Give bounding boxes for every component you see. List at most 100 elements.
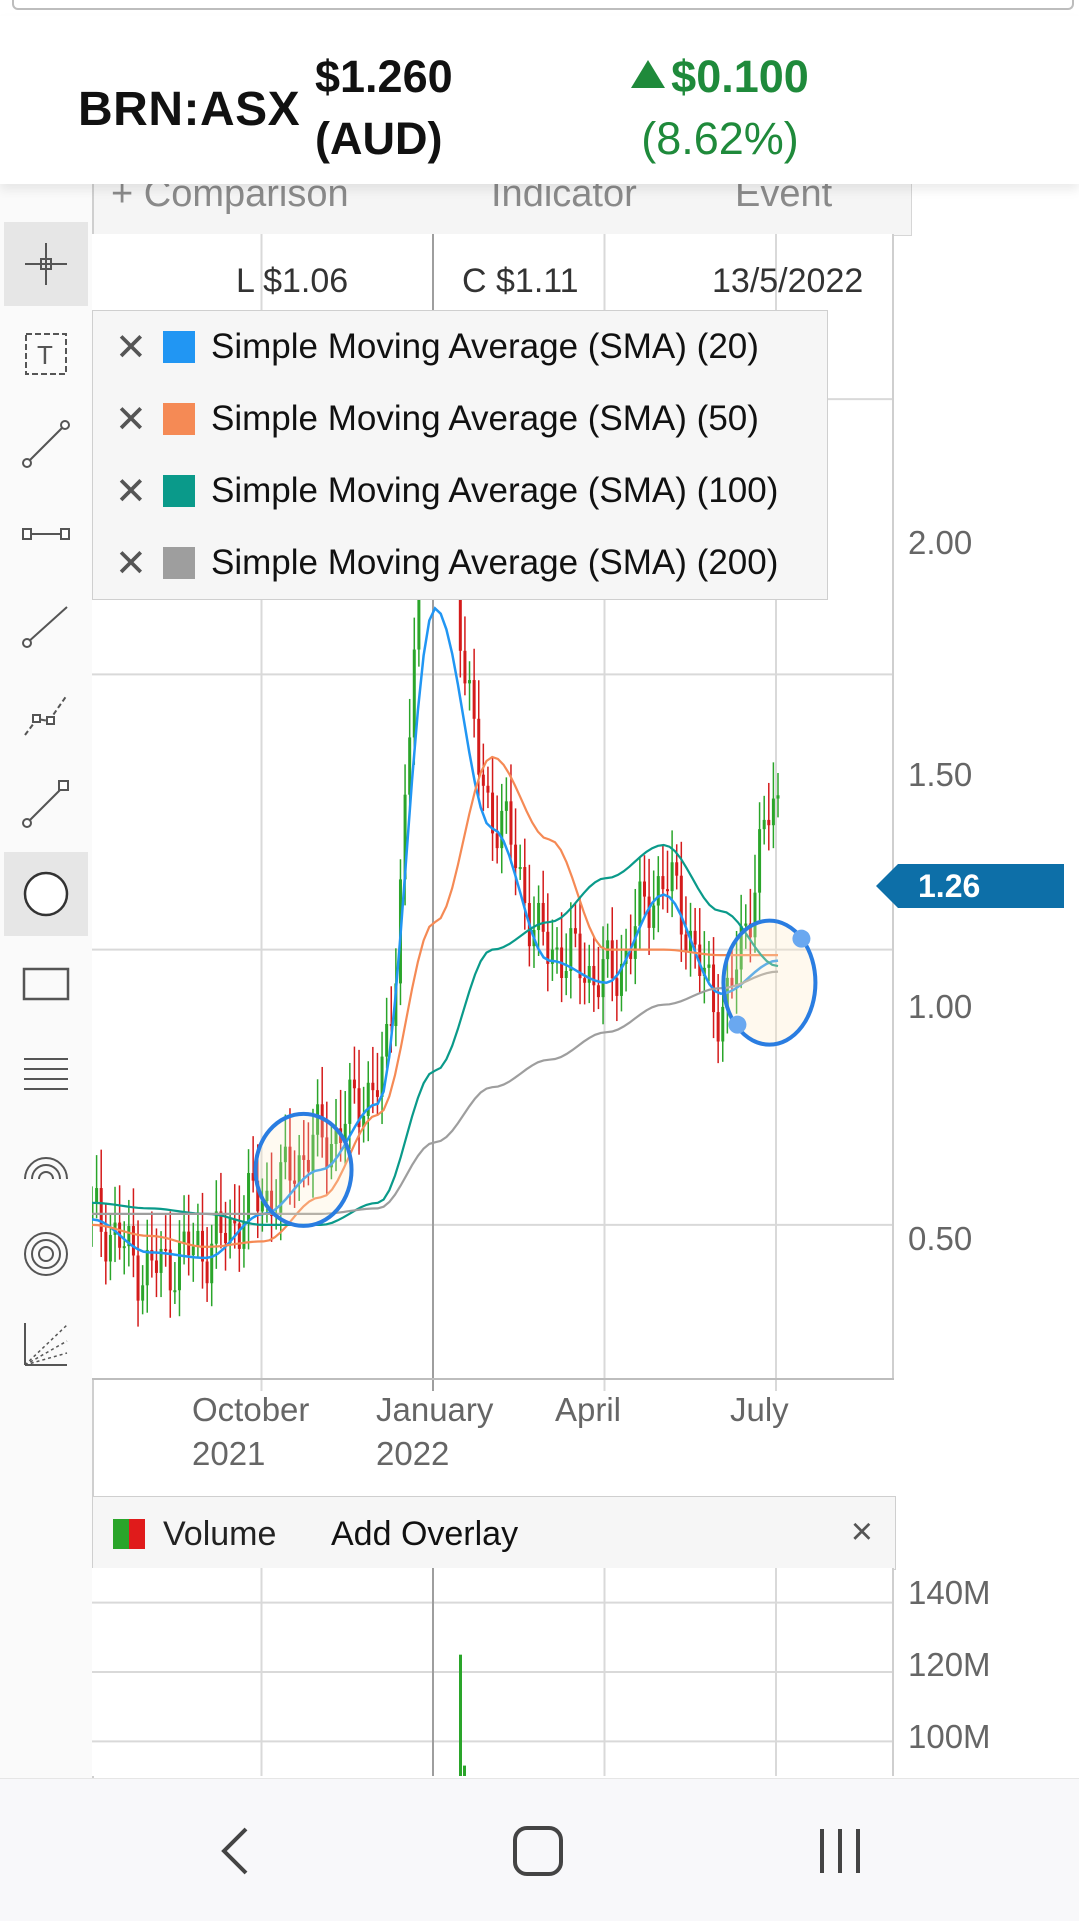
- horizontal-lines-icon: [24, 1058, 68, 1090]
- remove-sma-200-icon[interactable]: ✕: [115, 541, 147, 586]
- candle-body: [679, 875, 683, 935]
- candle-body: [104, 1231, 108, 1262]
- ticker-symbol: BRN:ASX: [78, 83, 301, 136]
- candle-body: [666, 889, 670, 892]
- crosshair-tool[interactable]: [4, 222, 88, 306]
- candle-body: [744, 923, 748, 926]
- close-volume-icon[interactable]: ×: [851, 1511, 873, 1554]
- text-box-icon: T: [25, 333, 67, 375]
- volume-chart: [92, 1568, 894, 1776]
- candle-body: [495, 833, 499, 849]
- legend-label: Simple Moving Average (SMA) (50): [211, 399, 759, 438]
- ray-tool[interactable]: [4, 582, 88, 666]
- candle-body: [776, 795, 780, 799]
- candle-body: [767, 819, 771, 826]
- candle-body: [371, 1082, 375, 1091]
- candle-body: [601, 959, 605, 998]
- back-button[interactable]: [196, 1819, 276, 1883]
- candle-body: [583, 978, 587, 983]
- line-segment-tool[interactable]: [4, 402, 88, 486]
- candle-body: [523, 867, 527, 904]
- back-chevron-icon: [221, 1827, 248, 1875]
- search-strip: [0, 0, 1079, 14]
- remove-sma-20-icon[interactable]: ✕: [115, 325, 147, 370]
- fan-tool[interactable]: [4, 1302, 88, 1386]
- candle-body: [352, 1079, 356, 1089]
- volume-tick-label: 120M: [908, 1646, 991, 1683]
- candle-body: [656, 876, 660, 906]
- candle-body: [504, 801, 508, 811]
- horizontal-segment-tool[interactable]: [4, 492, 88, 576]
- candle-body: [693, 930, 697, 945]
- candle-body: [108, 1234, 112, 1262]
- candle-body: [481, 774, 485, 786]
- volume-tick-label: 100M: [908, 1718, 991, 1755]
- remove-sma-50-icon[interactable]: ✕: [115, 397, 147, 442]
- candle-body: [500, 810, 504, 849]
- candle-body: [661, 876, 665, 890]
- indicator-legend: ✕ Simple Moving Average (SMA) (20) ✕ Sim…: [92, 310, 828, 600]
- candle-body: [587, 965, 591, 983]
- legend-swatch: [163, 403, 195, 435]
- candle-body: [168, 1249, 172, 1291]
- volume-panel-header: Volume Add Overlay ×: [92, 1496, 896, 1570]
- candle-body: [762, 819, 766, 830]
- candle-body: [596, 985, 600, 998]
- crosshair-icon: [25, 243, 67, 285]
- candle-body: [92, 1202, 94, 1220]
- candle-body: [375, 1090, 379, 1097]
- candle-body: [642, 881, 646, 897]
- volume-label: Volume: [163, 1515, 277, 1553]
- candle-body: [758, 829, 762, 893]
- candle-body: [716, 1012, 720, 1042]
- ticker-header: BRN:ASX $1.260 (AUD) $0.100 (8.62%): [0, 16, 1079, 184]
- fibonacci-arc-tool[interactable]: [4, 1122, 88, 1206]
- add-overlay-button[interactable]: Add Overlay: [331, 1515, 518, 1554]
- arrow-tool[interactable]: [4, 762, 88, 846]
- search-field[interactable]: [12, 0, 1074, 10]
- ticker-price: $1.260: [315, 51, 453, 102]
- volume-bar: [459, 1654, 462, 1776]
- legend-item-sma-200: ✕ Simple Moving Average (SMA) (200): [93, 527, 827, 599]
- candle-body: [468, 680, 472, 684]
- candle-body: [205, 1261, 209, 1284]
- candle-body: [675, 862, 679, 876]
- candle-body: [191, 1246, 195, 1256]
- svg-text:T: T: [37, 340, 53, 370]
- horizontal-segment-icon: [22, 528, 70, 540]
- polyline-icon: [24, 694, 68, 736]
- fibonacci-circle-tool[interactable]: [4, 1212, 88, 1296]
- home-square-icon: [513, 1826, 563, 1876]
- recents-button[interactable]: [800, 1819, 880, 1883]
- ellipse-tool[interactable]: [4, 852, 88, 936]
- text-tool[interactable]: T: [4, 312, 88, 396]
- line-segment-icon: [22, 420, 70, 468]
- home-button[interactable]: [498, 1819, 578, 1883]
- candle-body: [771, 798, 775, 826]
- volume-up-swatch: [113, 1519, 129, 1549]
- ticker-price-block: $1.260 (AUD): [315, 46, 453, 170]
- candle-body: [95, 1188, 99, 1203]
- candle-body: [210, 1243, 214, 1284]
- candle-body: [141, 1285, 145, 1301]
- candle-body: [721, 1006, 725, 1042]
- ellipse-handle: [728, 1015, 747, 1034]
- rectangle-tool[interactable]: [4, 942, 88, 1026]
- candle-body: [237, 1223, 241, 1249]
- horizontal-lines-tool[interactable]: [4, 1032, 88, 1116]
- y-tick-label: 1.00: [908, 988, 973, 1025]
- legend-label: Simple Moving Average (SMA) (100): [211, 471, 779, 510]
- polyline-tool[interactable]: [4, 672, 88, 756]
- candle-body: [196, 1230, 200, 1247]
- candle-body: [564, 970, 568, 978]
- legend-swatch: [163, 475, 195, 507]
- y-tick-label: 1.50: [908, 756, 973, 793]
- ticker-change-pct: (8.62%): [641, 113, 799, 164]
- candle-body: [385, 1023, 389, 1057]
- candle-body: [555, 947, 559, 950]
- legend-item-sma-100: ✕ Simple Moving Average (SMA) (100): [93, 455, 827, 527]
- ticker-change-block: $0.100 (8.62%): [620, 46, 820, 170]
- remove-sma-100-icon[interactable]: ✕: [115, 469, 147, 514]
- candle-body: [518, 867, 522, 870]
- candle-body: [136, 1255, 140, 1301]
